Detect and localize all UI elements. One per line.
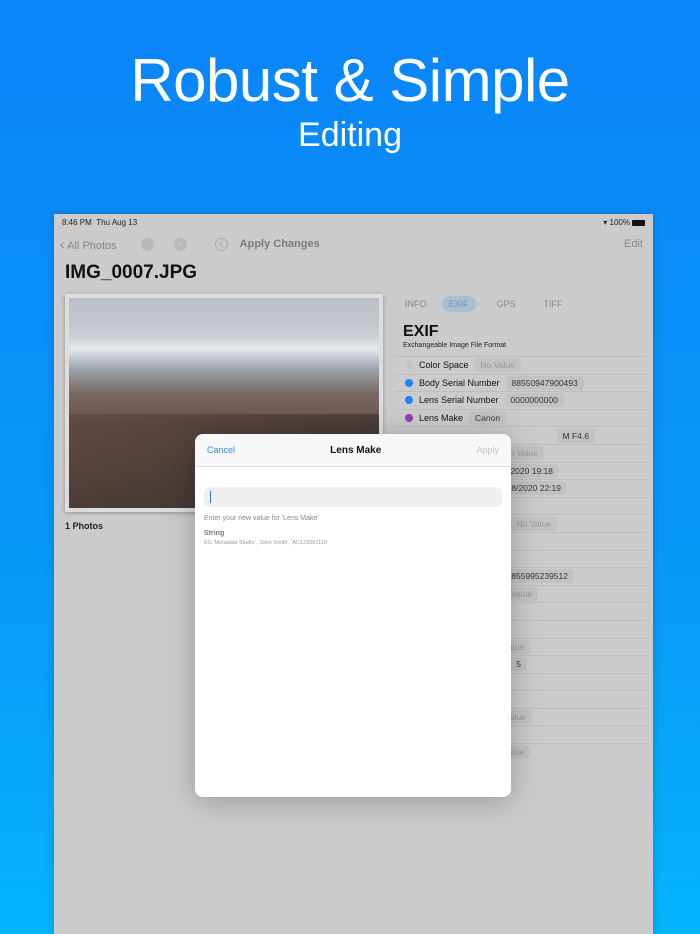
list-item[interactable]: Body Serial Number 88550947900493	[395, 373, 647, 392]
tab-info[interactable]: INFO	[398, 296, 434, 312]
photo-count: 1 Photos	[65, 521, 104, 531]
list-item[interactable]: Lens Make Canon	[395, 408, 647, 427]
input-hint: Enter your new value for 'Lens Make'	[204, 515, 319, 522]
status-date: Thu Aug 13	[96, 218, 138, 227]
section-subtitle: Exchangeable Image File Format	[403, 342, 507, 349]
value-input[interactable]	[204, 487, 502, 507]
list-item[interactable]: Lens Serial Number 0000000000	[395, 391, 647, 409]
tab-gps[interactable]: GPS	[490, 296, 523, 312]
section-title: EXIF	[403, 323, 439, 340]
row-value: No Value	[510, 516, 557, 531]
more-icon[interactable]: ···	[140, 237, 154, 251]
dialog-title: Lens Make	[330, 444, 382, 456]
list-item[interactable]: Color Space No Value	[395, 356, 647, 374]
row-value: M F4.6	[556, 428, 595, 443]
row-value: 855995239512	[505, 569, 574, 584]
apply-changes-button[interactable]: Apply Changes	[240, 238, 320, 250]
row-value: 0000000000	[504, 393, 564, 408]
hero-subtitle: Editing	[298, 116, 402, 154]
cancel-button[interactable]: Cancel	[207, 445, 235, 455]
bolt-icon[interactable]: ϟ	[214, 237, 228, 251]
row-value: No Value	[474, 358, 521, 373]
row-value: 88550947900493	[505, 375, 584, 390]
chevron-left-icon: ‹	[60, 236, 65, 252]
tab-exif[interactable]: EXIF	[441, 296, 476, 312]
status-bar: 8:46 PM Thu Aug 13 ▾ 100%	[62, 218, 645, 227]
file-title: IMG_0007.JPG	[65, 262, 198, 283]
battery-icon	[632, 219, 645, 226]
battery-label: 100%	[609, 218, 630, 227]
wifi-icon: ▾	[603, 218, 608, 227]
nav-bar: ‹ All Photos ··· + ϟ Apply Changes Edit	[60, 236, 643, 252]
row-label: Color Space	[419, 360, 469, 371]
row-label: Body Serial Number	[419, 377, 500, 388]
apply-button[interactable]: Apply	[476, 445, 499, 455]
row-value: 5	[510, 657, 527, 672]
edit-value-dialog: Cancel Lens Make Apply Enter your new va…	[195, 434, 511, 797]
status-dot	[405, 396, 413, 405]
status-dot	[405, 361, 413, 370]
row-label: Lens Make	[419, 413, 464, 424]
tab-tiff[interactable]: TIFF	[537, 296, 570, 312]
back-button[interactable]: ‹ All Photos	[60, 236, 117, 252]
edit-button[interactable]: Edit	[624, 238, 643, 250]
row-value: Canon	[469, 411, 507, 426]
value-type: String	[204, 530, 225, 537]
hero-title: Robust & Simple	[130, 47, 570, 114]
text-caret	[210, 491, 211, 503]
metadata-tabs: INFO EXIF GPS TIFF	[398, 296, 570, 312]
dialog-header: Cancel Lens Make Apply	[195, 434, 511, 467]
back-label: All Photos	[67, 240, 117, 252]
row-label: Lens Serial Number	[419, 395, 499, 406]
status-time: 8:46 PM	[62, 218, 92, 227]
status-dot	[405, 414, 413, 423]
status-dot	[405, 378, 413, 387]
value-example: EG 'Metadata Studio', 'John Smith', 'AC1…	[204, 540, 328, 546]
add-icon[interactable]: +	[173, 237, 187, 251]
